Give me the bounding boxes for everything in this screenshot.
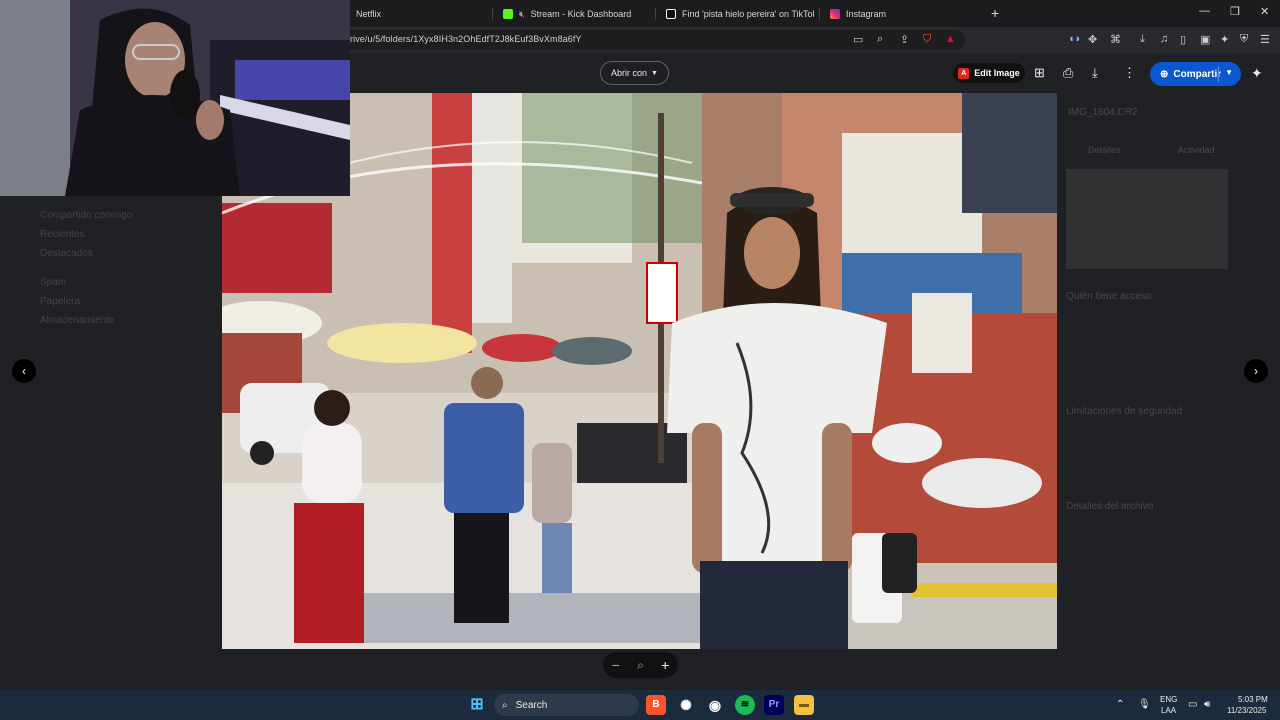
share-button[interactable]: ⊕ Compartir ▼ — [1150, 62, 1241, 86]
minimize-button[interactable]: — — [1199, 5, 1210, 17]
zoom-controls: − ⌕ + — [603, 652, 678, 678]
windows-start-icon[interactable]: ⊞ — [467, 695, 487, 715]
kick-icon — [503, 9, 513, 19]
zoom-icon[interactable]: ⌕ — [877, 33, 883, 46]
details-side-panel: IMG_1604.CR2 Detalles Actividad Quién ti… — [1060, 93, 1240, 683]
chevron-down-icon[interactable]: ▼ — [1225, 68, 1233, 77]
vpn-icon[interactable]: ⛨ — [1240, 33, 1248, 46]
section-heading: Quién tiene acceso — [1066, 291, 1152, 302]
new-tab-button[interactable]: + — [991, 5, 999, 21]
tiktok-icon — [666, 9, 676, 19]
extensions-icon[interactable]: ✥ — [1088, 33, 1097, 46]
display-icon[interactable]: ▭ — [1188, 699, 1197, 710]
chevron-left-icon: ‹ — [22, 364, 26, 378]
tab-label: Instagram — [846, 9, 887, 19]
tab-divider — [492, 8, 493, 20]
nav-item: Recientes — [40, 229, 85, 240]
volume-icon[interactable]: 🔊︎ — [1204, 699, 1210, 710]
section-heading: Detalles del archivo — [1066, 501, 1154, 512]
previous-image-button[interactable]: ‹ — [12, 359, 36, 383]
windows-taskbar: ⊞ ⌕ Search B ✺ ◉ ≋ Pr ▬ ⌃ ENG LAA 🎙︎ ▭ 🔊… — [0, 690, 1280, 720]
url-text: rive/u/5/folders/1Xyx8IH3n2OhEdfT2J8kEuf… — [350, 34, 582, 44]
download-icon[interactable]: ⤓ — [1140, 33, 1145, 46]
tab-divider — [819, 8, 820, 20]
zoom-icon[interactable]: ⌕ — [637, 658, 644, 673]
menu-icon[interactable]: ☰ — [1260, 33, 1270, 46]
taskbar-search[interactable]: ⌕ Search — [494, 694, 639, 716]
wallet-icon[interactable]: ▣ — [1200, 33, 1210, 46]
close-window-button[interactable]: ✕ — [1260, 5, 1269, 18]
clock-time[interactable]: 5:03 PM — [1238, 695, 1268, 704]
open-with-button[interactable]: Abrir con ▼ — [600, 61, 669, 85]
language-indicator-bottom[interactable]: LAA — [1161, 706, 1176, 715]
restore-button[interactable]: ❐ — [1230, 5, 1240, 18]
search-icon: ⌕ — [502, 699, 508, 711]
sidebar-icon[interactable]: ▯ — [1180, 33, 1186, 46]
microphone-icon[interactable]: 🎙︎ — [1138, 699, 1151, 710]
file-name: IMG_1604.CR2 — [1068, 107, 1138, 118]
muted-icon: 🔇︎ — [519, 8, 525, 19]
tab-activity: Actividad — [1178, 145, 1215, 155]
edit-image-label: Edit Image — [974, 68, 1020, 78]
file-explorer-app-icon[interactable]: ▬ — [794, 695, 814, 715]
tab-instagram[interactable]: Instagram — [830, 4, 980, 24]
tab-divider — [655, 8, 656, 20]
search-placeholder: Search — [515, 699, 548, 711]
clock-date[interactable]: 11/23/2025 — [1227, 706, 1266, 715]
nav-item: Almacenamiento — [40, 315, 115, 326]
next-image-button[interactable]: › — [1244, 359, 1268, 383]
tab-label: Find 'pista hielo pereira' on TikTok | T — [682, 9, 814, 19]
webcam-overlay — [0, 0, 350, 196]
chatgpt-app-icon[interactable]: ✺ — [676, 695, 696, 715]
chevron-right-icon: › — [1254, 364, 1258, 378]
url-field[interactable]: rive/u/5/folders/1Xyx8IH3n2OhEdfT2J8kEuf… — [340, 30, 965, 50]
nav-item: Destacados — [40, 248, 93, 259]
tab-netflix[interactable]: Netflix — [340, 4, 480, 24]
edit-image-button[interactable]: A Edit Image — [953, 63, 1025, 83]
section-heading: Limitaciones de seguridad — [1066, 406, 1183, 417]
download-icon[interactable]: ⤓ — [1092, 65, 1098, 81]
share-page-icon[interactable]: ⇪ — [900, 33, 909, 46]
instagram-icon — [830, 9, 840, 19]
thumbnail-preview — [1066, 169, 1228, 269]
zoom-in-button[interactable]: + — [661, 657, 669, 673]
leo-ai-icon[interactable]: ✦ — [1220, 33, 1229, 46]
print-icon[interactable]: ⎙ — [1063, 65, 1073, 81]
divider — [1218, 66, 1219, 82]
tab-label: Netflix — [356, 9, 382, 19]
share-label: Compartir — [1173, 68, 1222, 80]
chevron-down-icon: ▼ — [651, 69, 658, 77]
acrobat-icon: A — [958, 67, 970, 79]
zoom-out-button[interactable]: − — [612, 657, 620, 673]
gemini-icon[interactable]: ✦ — [1251, 65, 1263, 82]
brave-rewards-icon[interactable]: ▲ — [945, 33, 956, 45]
tab-details: Detalles — [1088, 145, 1121, 155]
add-comment-icon[interactable]: ⊞ — [1034, 65, 1045, 81]
music-icon[interactable]: ♫ — [1160, 33, 1168, 45]
more-options-icon[interactable]: ⋮ — [1123, 65, 1136, 81]
open-with-label: Abrir con — [611, 68, 648, 78]
cast-icon[interactable]: ▭ — [853, 33, 863, 46]
brave-shield-icon[interactable]: ⛉ — [923, 33, 931, 46]
extension-puzzle-icon[interactable]: ⌘ — [1110, 33, 1121, 46]
spotify-app-icon[interactable]: ≋ — [735, 695, 755, 715]
obs-app-icon[interactable]: ◉ — [705, 695, 725, 715]
share-icon: ⊕ — [1160, 68, 1169, 80]
nav-item: Compartido conmigo — [40, 210, 133, 221]
tab-tiktok[interactable]: Find 'pista hielo pereira' on TikTok | T — [666, 4, 814, 24]
audio-icon[interactable]: ◖◗ — [1068, 33, 1081, 45]
tab-kick-dashboard[interactable]: 🔇︎ Stream - Kick Dashboard — [503, 4, 653, 24]
language-indicator-top[interactable]: ENG — [1160, 695, 1177, 704]
chevron-up-icon[interactable]: ⌃ — [1116, 699, 1124, 710]
nav-item: Spam — [40, 277, 67, 288]
tab-label: Stream - Kick Dashboard — [530, 9, 632, 19]
nav-item: Papelera — [40, 296, 81, 307]
brave-app-icon[interactable]: B — [646, 695, 666, 715]
premiere-pro-app-icon[interactable]: Pr — [764, 695, 784, 715]
